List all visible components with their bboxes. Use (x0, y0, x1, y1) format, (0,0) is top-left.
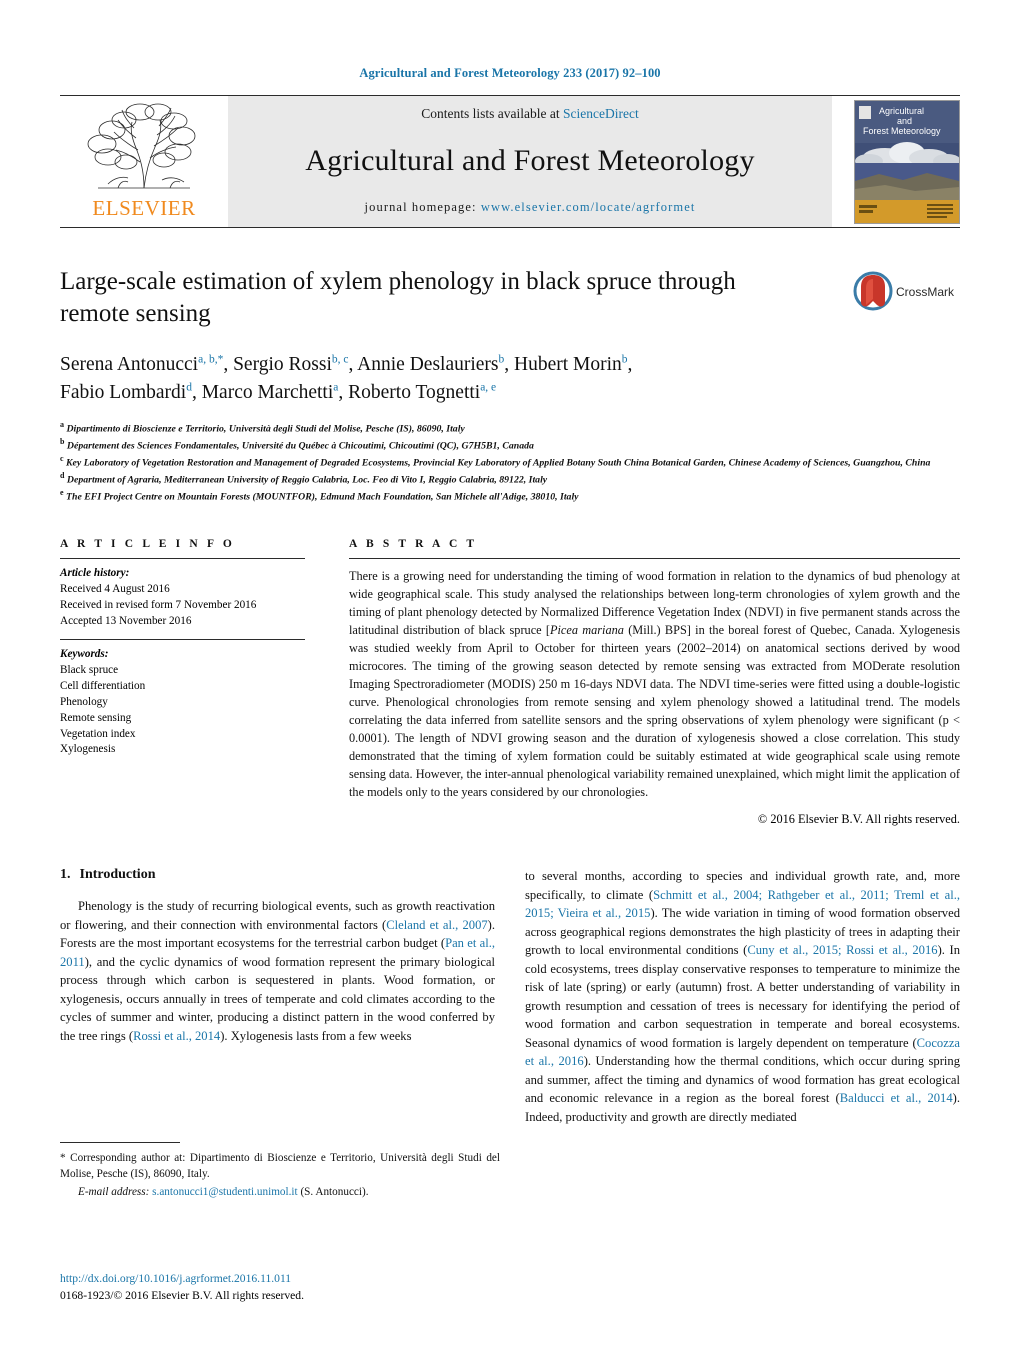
homepage-prefix: journal homepage: (364, 200, 481, 214)
info-abstract-row: A R T I C L E I N F O Article history: R… (60, 538, 960, 827)
crossmark-badge[interactable]: CrossMark (852, 268, 960, 314)
intro-right-c: ). In cold ecosystems, trees display con… (525, 943, 960, 1050)
body-columns: 1. Introduction Phenology is the study of… (60, 867, 960, 1126)
corresponding-author-text: Corresponding author at: Dipartimento di… (60, 1152, 500, 1181)
citation-cuny-rossi[interactable]: Cuny et al., 2015; Rossi et al., 2016 (747, 943, 937, 957)
footnote-area: * Corresponding author at: Dipartimento … (60, 1142, 500, 1201)
keywords-label: Keywords: (60, 648, 109, 661)
affiliations-list: a Dipartimento di Bioscienze e Territori… (60, 419, 960, 505)
elsevier-logo: ELSEVIER (60, 96, 228, 227)
author-5: Fabio Lombardid (60, 381, 192, 404)
author-3: Annie Deslauriersb (357, 353, 505, 376)
abstract-column: A B S T R A C T There is a growing need … (349, 538, 960, 827)
abstract-text: There is a growing need for understandin… (349, 559, 960, 801)
doi-link[interactable]: http://dx.doi.org/10.1016/j.agrformet.20… (60, 1270, 304, 1287)
section-title: Introduction (79, 867, 156, 883)
keyword-item: Black spruce (60, 663, 119, 676)
intro-paragraph-left: Phenology is the study of recurring biol… (60, 897, 495, 1045)
affiliation-c: c Key Laboratory of Vegetation Restorati… (60, 453, 931, 469)
doi-block: http://dx.doi.org/10.1016/j.agrformet.20… (60, 1270, 304, 1305)
email-owner: (S. Antonucci). (297, 1186, 369, 1199)
copyright-line: © 2016 Elsevier B.V. All rights reserved… (757, 812, 960, 827)
authors-list: Serena Antonuccia, b,*, Sergio Rossib, c… (60, 353, 633, 404)
article-history-label: Article history: (60, 567, 130, 580)
journal-title: Agricultural and Forest Meteorology (305, 144, 755, 177)
author-1: Serena Antonuccia, b,* (60, 353, 224, 376)
article-history-block: Article history: Received 4 August 2016 … (60, 559, 305, 630)
affiliation-a: a Dipartimento di Bioscienze e Territori… (60, 419, 465, 434)
elsevier-wordmark: ELSEVIER (92, 196, 196, 220)
right-column: to several months, according to species … (525, 867, 960, 1126)
citation-cleland[interactable]: Cleland et al., 2007 (386, 918, 487, 932)
section-heading-introduction: 1. Introduction (60, 867, 495, 883)
author-7: Roberto Tognettia, e (348, 381, 497, 404)
keyword-item: Cell differentiation (60, 679, 146, 692)
affiliation-e: e The EFI Project Centre on Mountain For… (60, 488, 579, 503)
keyword-item: Remote sensing (60, 711, 132, 724)
journal-cover-image: Agricultural and Forest Meteorology (855, 100, 959, 223)
article-info-heading: A R T I C L E I N F O (60, 538, 235, 551)
history-received: Received 4 August 2016 (60, 583, 170, 596)
author-6: Marco Marchettia (201, 381, 339, 404)
keyword-item: Vegetation index (60, 727, 136, 740)
running-head: Agricultural and Forest Meteorology 233 … (359, 66, 661, 80)
citation-rossi-2014[interactable]: Rossi et al., 2014 (133, 1029, 220, 1043)
citation-balducci[interactable]: Balducci et al., 2014 (840, 1091, 953, 1105)
svg-text:Agricultural: Agricultural (879, 106, 924, 116)
svg-text:and: and (897, 116, 912, 126)
author-2: Sergio Rossib, c (233, 353, 349, 376)
svg-text:Forest Meteorology: Forest Meteorology (863, 126, 941, 136)
author-4: Hubert Morinb (514, 353, 628, 376)
abstract-heading: A B S T R A C T (349, 538, 478, 551)
journal-homepage-line: journal homepage: www.elsevier.com/locat… (365, 200, 696, 215)
journal-homepage-link[interactable]: www.elsevier.com/locate/agrformet (481, 200, 696, 214)
contents-available-line: Contents lists available at ScienceDirec… (421, 106, 638, 122)
contents-prefix: Contents lists available at (421, 106, 563, 121)
left-column: 1. Introduction Phenology is the study of… (60, 867, 495, 1126)
abstract-part-2: (Mill.) BPS] in the boreal forest of Que… (349, 623, 960, 800)
history-accepted: Accepted 13 November 2016 (60, 615, 192, 628)
title-block: Large-scale estimation of xylem phenolog… (60, 266, 960, 504)
article-info-column: A R T I C L E I N F O Article history: R… (60, 538, 305, 827)
keyword-item: Xylogenesis (60, 743, 116, 756)
sciencedirect-link[interactable]: ScienceDirect (563, 106, 639, 121)
email-link[interactable]: s.antonucci1@studenti.unimol.it (152, 1186, 297, 1198)
crossmark-label: CrossMark (896, 285, 955, 299)
footnote-rule (60, 1142, 180, 1143)
keyword-item: Phenology (60, 695, 108, 708)
intro-text-d: ). Xylogenesis lasts from a few weeks (220, 1028, 412, 1043)
crossmark-icon: CrossMark (853, 271, 955, 311)
journal-masthead: ELSEVIER Contents lists available at Sci… (60, 95, 960, 228)
email-line: E-mail address: s.antonucci1@studenti.un… (60, 1184, 500, 1200)
affiliation-d: d Department of Agraria, Mediterranean U… (60, 471, 548, 486)
email-label: E-mail address: (78, 1186, 150, 1199)
intro-paragraph-right: to several months, according to species … (525, 867, 960, 1126)
history-revised: Received in revised form 7 November 2016 (60, 599, 257, 612)
issn-copyright-line: 0168-1923/© 2016 Elsevier B.V. All right… (60, 1289, 304, 1303)
journal-cover-thumbnail: Agricultural and Forest Meteorology (854, 99, 960, 224)
page-title: Large-scale estimation of xylem phenolog… (60, 268, 736, 327)
elsevier-tree-icon (87, 103, 196, 189)
masthead-center-band: Contents lists available at ScienceDirec… (228, 96, 832, 227)
affiliation-b: b Département des Sciences Fondamentales… (60, 436, 534, 451)
section-number: 1. (60, 867, 71, 883)
species-name: Picea mariana (549, 623, 624, 638)
paper-page: Agricultural and Forest Meteorology 233 … (0, 0, 1020, 1351)
keywords-block: Keywords: Black spruce Cell differentiat… (60, 640, 305, 758)
corresponding-author-note: * Corresponding author at: Dipartimento … (60, 1150, 500, 1201)
